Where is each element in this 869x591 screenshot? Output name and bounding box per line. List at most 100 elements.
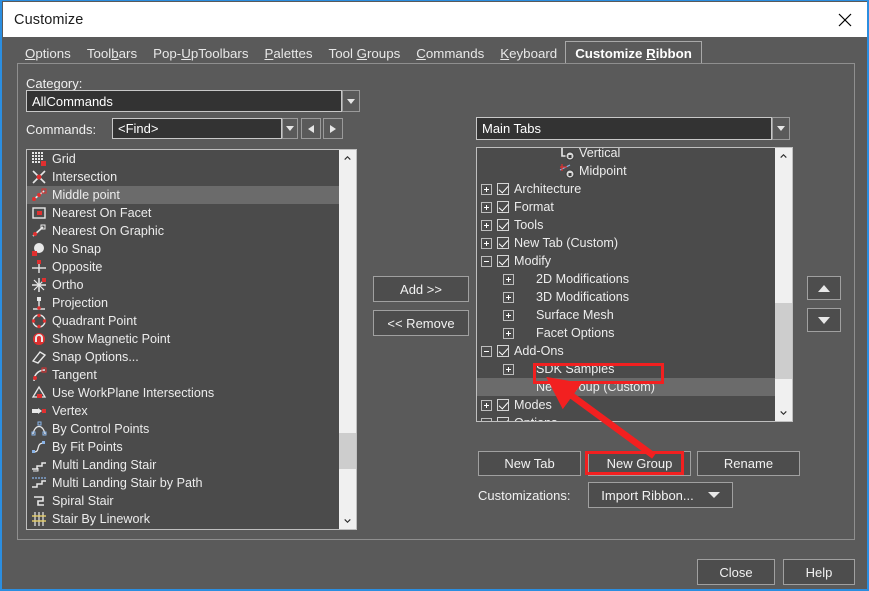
- command-list-item[interactable]: Grid: [27, 150, 339, 168]
- collapse-minus-icon[interactable]: [481, 346, 492, 357]
- ribbon-item-checkbox[interactable]: [497, 255, 509, 267]
- command-list-item[interactable]: Multi Landing Stair: [27, 456, 339, 474]
- expand-plus-icon[interactable]: [503, 292, 514, 303]
- ribbon-item-checkbox[interactable]: [497, 417, 509, 421]
- tab-tool-groups[interactable]: Tool Groups: [321, 42, 409, 64]
- ribbon-tree-item-label: Options: [514, 416, 557, 421]
- command-list-item[interactable]: Middle point: [27, 186, 339, 204]
- tab-palettes[interactable]: Palettes: [256, 42, 320, 64]
- ribbon-item-checkbox[interactable]: [497, 345, 509, 357]
- command-list-item-label: Nearest On Graphic: [52, 224, 164, 238]
- scroll-down-chevron-down-icon[interactable]: [339, 512, 356, 529]
- tab-keyboard[interactable]: Keyboard: [492, 42, 565, 64]
- ribbon-tree-item[interactable]: Vertical: [477, 147, 775, 162]
- expand-plus-icon[interactable]: [503, 364, 514, 375]
- command-list-item[interactable]: Stair By Linework: [27, 510, 339, 528]
- expand-plus-icon[interactable]: [503, 328, 514, 339]
- ribbon-tree-item[interactable]: Modes: [477, 396, 775, 414]
- move-up-triangle-up-icon[interactable]: [807, 276, 841, 300]
- expand-plus-icon[interactable]: [481, 184, 492, 195]
- ribbon-tree-scroll-thumb[interactable]: [775, 303, 792, 379]
- ribbon-item-checkbox[interactable]: [497, 237, 509, 249]
- command-list-item[interactable]: Nearest On Facet: [27, 204, 339, 222]
- add-button[interactable]: Add >>: [373, 276, 469, 302]
- scroll-up-chevron-up-icon[interactable]: [339, 150, 356, 167]
- new-tab-button[interactable]: New Tab: [478, 451, 581, 476]
- ribbon-tree-item[interactable]: Tools: [477, 216, 775, 234]
- command-list-item[interactable]: By Control Points: [27, 420, 339, 438]
- expand-plus-icon[interactable]: [503, 274, 514, 285]
- ribbon-tree-item[interactable]: Options: [477, 414, 775, 421]
- expand-plus-icon[interactable]: [481, 400, 492, 411]
- import-ribbon-button[interactable]: Import Ribbon...: [588, 482, 733, 508]
- ribbon-tree-item[interactable]: 3D Modifications: [477, 288, 775, 306]
- commands-list-scrollbar[interactable]: [339, 150, 356, 529]
- command-list-item[interactable]: Projection: [27, 294, 339, 312]
- command-list-item[interactable]: By Fit Points: [27, 438, 339, 456]
- command-list-item[interactable]: Snap Options...: [27, 348, 339, 366]
- command-list-item[interactable]: Use WorkPlane Intersections: [27, 384, 339, 402]
- scroll-up-chevron-up-icon[interactable]: [775, 148, 792, 165]
- close-icon[interactable]: [822, 2, 868, 37]
- command-list-item[interactable]: Straight Stair: [27, 528, 339, 529]
- ribbon-tree-item[interactable]: 2D Modifications: [477, 270, 775, 288]
- expand-plus-icon[interactable]: [503, 310, 514, 321]
- command-list-item[interactable]: Ortho: [27, 276, 339, 294]
- tab-options[interactable]: Options: [17, 42, 79, 64]
- expand-plus-icon[interactable]: [481, 238, 492, 249]
- category-dropdown-chevron-down-icon[interactable]: [342, 90, 360, 112]
- rename-button[interactable]: Rename: [697, 451, 800, 476]
- tab-toolbars[interactable]: Toolbars: [79, 42, 145, 64]
- command-list-item[interactable]: Multi Landing Stair by Path: [27, 474, 339, 492]
- ribbon-tree-item[interactable]: SDK Samples: [477, 360, 775, 378]
- commands-next-triangle-right-icon[interactable]: [323, 118, 343, 139]
- ribbon-tree-item[interactable]: Midpoint: [477, 162, 775, 180]
- command-list-item[interactable]: No Snap: [27, 240, 339, 258]
- ribbon-tree-scrollbar[interactable]: [775, 148, 792, 421]
- ribbon-scope-chevron-down-icon[interactable]: [772, 117, 790, 140]
- ribbon-tree-item[interactable]: Architecture: [477, 180, 775, 198]
- ribbon-tree-item[interactable]: Format: [477, 198, 775, 216]
- move-down-triangle-down-icon[interactable]: [807, 308, 841, 332]
- ribbon-tree-item[interactable]: New Tab (Custom): [477, 234, 775, 252]
- ribbon-tree-item[interactable]: Modify: [477, 252, 775, 270]
- category-input[interactable]: AllCommands: [26, 90, 342, 112]
- ribbon-item-checkbox[interactable]: [497, 201, 509, 213]
- command-list-item[interactable]: Spiral Stair: [27, 492, 339, 510]
- ribbon-tree-item-label: Vertical: [579, 147, 620, 160]
- commands-search-input[interactable]: <Find>: [112, 118, 282, 139]
- ribbon-item-checkbox[interactable]: [497, 219, 509, 231]
- close-button[interactable]: Close: [697, 559, 775, 585]
- expand-plus-icon[interactable]: [481, 220, 492, 231]
- ribbon-tree[interactable]: VerticalMidpointArchitectureFormatToolsN…: [476, 147, 793, 422]
- new-group-button[interactable]: New Group: [588, 451, 691, 476]
- command-list-item[interactable]: Tangent: [27, 366, 339, 384]
- command-list-item[interactable]: Opposite: [27, 258, 339, 276]
- commands-prev-triangle-left-icon[interactable]: [301, 118, 321, 139]
- ribbon-tree-item[interactable]: Facet Options: [477, 324, 775, 342]
- ribbon-tree-item[interactable]: Surface Mesh: [477, 306, 775, 324]
- tab-customize-ribbon[interactable]: Customize Ribbon: [565, 41, 702, 65]
- command-list-item[interactable]: Intersection: [27, 168, 339, 186]
- ribbon-tree-item[interactable]: Add-Ons: [477, 342, 775, 360]
- command-list-item[interactable]: Vertex: [27, 402, 339, 420]
- help-button[interactable]: Help: [783, 559, 855, 585]
- ribbon-tree-item[interactable]: New Group (Custom): [477, 378, 775, 396]
- tab-popup-toolbars[interactable]: Pop-UpToolbars: [145, 42, 256, 64]
- expand-plus-icon[interactable]: [481, 418, 492, 422]
- command-list-item[interactable]: Quadrant Point: [27, 312, 339, 330]
- command-list-item[interactable]: Show Magnetic Point: [27, 330, 339, 348]
- tab-commands[interactable]: Commands: [408, 42, 492, 64]
- ribbon-item-checkbox[interactable]: [497, 399, 509, 411]
- remove-button[interactable]: << Remove: [373, 310, 469, 336]
- commands-scroll-thumb[interactable]: [339, 433, 356, 469]
- command-list-item[interactable]: Nearest On Graphic: [27, 222, 339, 240]
- collapse-minus-icon[interactable]: [481, 256, 492, 267]
- expand-plus-icon[interactable]: [481, 202, 492, 213]
- scroll-down-chevron-down-icon[interactable]: [775, 404, 792, 421]
- ribbon-tree-item-label: Modify: [514, 254, 551, 268]
- commands-dropdown-chevron-down-icon[interactable]: [282, 118, 298, 139]
- ribbon-item-checkbox[interactable]: [497, 183, 509, 195]
- ribbon-scope-input[interactable]: Main Tabs: [476, 117, 772, 140]
- commands-listbox[interactable]: GridIntersectionMiddle pointNearest On F…: [26, 149, 357, 530]
